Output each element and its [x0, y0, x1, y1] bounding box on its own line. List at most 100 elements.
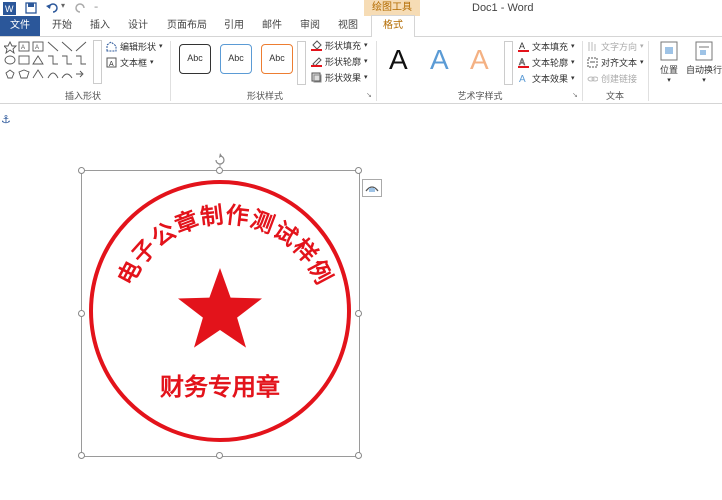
edit-shape-icon	[106, 40, 117, 51]
layout-options-icon	[365, 186, 379, 192]
customize-qat-icon[interactable]: ₌	[94, 1, 98, 10]
text-group-label: 文本	[605, 91, 624, 101]
text-effects-label: 文本效果	[532, 73, 569, 84]
seal-graphic: 电子公章制作测试样例 财务专用章	[89, 180, 351, 442]
window-title: Doc1 - Word	[472, 2, 534, 14]
resize-handle-right[interactable]	[355, 310, 362, 317]
link-icon	[587, 76, 598, 81]
text-outline-button[interactable]: A 文本轮廓 ▾	[518, 55, 575, 69]
shape-styles-launcher-icon[interactable]: ↘	[366, 91, 372, 99]
resize-handle-top-left[interactable]	[78, 167, 85, 174]
text-outline-icon: A	[518, 57, 529, 68]
group-divider	[376, 41, 377, 101]
pen-icon	[311, 56, 322, 67]
svg-text:W: W	[5, 4, 14, 14]
wordart-scroll[interactable]	[504, 41, 513, 85]
position-button[interactable]: 位置 ▾	[654, 41, 684, 84]
ribbon: A A 编辑形状 ▾ A 文本框 ▾ 插入形状 Abc Abc Abc 形状填充…	[0, 37, 722, 104]
ribbon-tabs: 文件 开始 插入 设计 页面布局 引用 邮件 审阅 视图 格式	[0, 15, 722, 38]
wrap-text-label: 自动换行	[686, 65, 722, 75]
shape-outline-label: 形状轮廓	[325, 56, 362, 67]
text-box-label: 文本框	[120, 57, 148, 68]
svg-text:A: A	[519, 41, 525, 51]
shape-effects-icon	[311, 72, 322, 82]
seal-star-icon	[178, 268, 262, 348]
seal-arc-text: 电子公章制作测试样例	[113, 202, 336, 289]
svg-text:A: A	[21, 45, 25, 51]
wordart-launcher-icon[interactable]: ↘	[572, 91, 578, 99]
edit-shape-button[interactable]: 编辑形状 ▾	[106, 39, 163, 53]
shape-effects-label: 形状效果	[325, 72, 362, 83]
text-box-icon: A	[106, 57, 117, 68]
svg-text:A: A	[519, 74, 526, 84]
text-direction-button[interactable]: 文字方向 ▾	[587, 39, 644, 53]
shapes-gallery[interactable]: A A	[4, 40, 92, 84]
position-label: 位置	[659, 65, 678, 75]
shape-fill-button[interactable]: 形状填充 ▾	[311, 38, 368, 52]
edit-shape-label: 编辑形状	[120, 41, 157, 52]
shape-fill-label: 形状填充	[325, 40, 362, 51]
shapes-gallery-scroll[interactable]	[93, 40, 102, 84]
text-box-button[interactable]: A 文本框 ▾	[106, 55, 154, 69]
text-direction-label: 文字方向	[601, 41, 638, 52]
tab-references[interactable]: 引用	[216, 16, 252, 36]
tab-view[interactable]: 视图	[330, 16, 366, 36]
shape-effects-button[interactable]: 形状效果 ▾	[311, 70, 368, 84]
undo-dropdown-icon[interactable]: ▾	[61, 1, 65, 10]
shape-outline-button[interactable]: 形状轮廓 ▾	[311, 54, 368, 68]
resize-handle-bottom-left[interactable]	[78, 452, 85, 459]
text-outline-label: 文本轮廓	[532, 57, 569, 68]
align-text-label: 对齐文本	[601, 57, 638, 68]
text-direction-icon	[588, 41, 596, 51]
tab-home[interactable]: 开始	[44, 16, 80, 36]
group-divider	[170, 41, 171, 101]
group-divider	[582, 41, 583, 101]
create-link-label: 创建链接	[601, 73, 638, 84]
layout-options-button[interactable]	[362, 179, 382, 197]
insert-shapes-group-label: 插入形状	[64, 91, 101, 101]
text-fill-icon: A	[518, 41, 529, 52]
wrap-text-icon	[695, 41, 713, 61]
quick-access-toolbar: W	[3, 1, 16, 15]
word-icon: W	[3, 1, 16, 15]
text-effects-button[interactable]: A 文本效果 ▾	[518, 71, 575, 85]
save-icon[interactable]	[25, 2, 37, 14]
tab-mailings[interactable]: 邮件	[254, 16, 290, 36]
shape-styles-group-label: 形状样式	[246, 91, 283, 101]
align-text-icon	[587, 57, 598, 67]
position-icon	[660, 41, 678, 61]
seal-bottom-text: 财务专用章	[160, 373, 280, 401]
resize-handle-bottom[interactable]	[216, 452, 223, 459]
tab-design[interactable]: 设计	[120, 16, 156, 36]
tab-review[interactable]: 审阅	[292, 16, 328, 36]
wordart-preset-black[interactable]: A	[389, 43, 408, 77]
svg-text:A: A	[35, 45, 39, 51]
shape-style-preset-dark[interactable]: Abc	[179, 44, 211, 74]
text-fill-button[interactable]: A 文本填充 ▾	[518, 39, 575, 53]
tab-file[interactable]: 文件	[0, 16, 40, 36]
undo-icon[interactable]	[46, 2, 60, 14]
create-link-button[interactable]: 创建链接	[587, 71, 637, 85]
resize-handle-top-right[interactable]	[355, 167, 362, 174]
shape-style-preset-blue[interactable]: Abc	[220, 44, 252, 74]
paint-bucket-icon	[311, 39, 322, 51]
wordart-styles-group-label: 艺术字样式	[457, 91, 503, 101]
wordart-preset-blue[interactable]: A	[430, 43, 449, 77]
svg-text:A: A	[519, 57, 525, 67]
svg-text:A: A	[109, 61, 114, 68]
tab-page-layout[interactable]: 页面布局	[162, 16, 212, 36]
text-fill-label: 文本填充	[532, 41, 569, 52]
tab-insert[interactable]: 插入	[82, 16, 118, 36]
shape-style-preset-orange[interactable]: Abc	[261, 44, 293, 74]
align-text-button[interactable]: 对齐文本 ▾	[587, 55, 644, 69]
drawing-tools-context-label: 绘图工具	[364, 0, 420, 16]
shape-styles-scroll[interactable]	[297, 41, 306, 85]
tab-format[interactable]: 格式	[371, 15, 415, 38]
redo-icon[interactable]	[75, 2, 87, 14]
group-divider	[648, 41, 649, 101]
resize-handle-bottom-right[interactable]	[355, 452, 362, 459]
anchor-icon[interactable]: ⚓	[1, 113, 11, 126]
wordart-preset-orange[interactable]: A	[470, 43, 489, 77]
wrap-text-button[interactable]: 自动换行 ▾	[686, 41, 722, 84]
resize-handle-left[interactable]	[78, 310, 85, 317]
